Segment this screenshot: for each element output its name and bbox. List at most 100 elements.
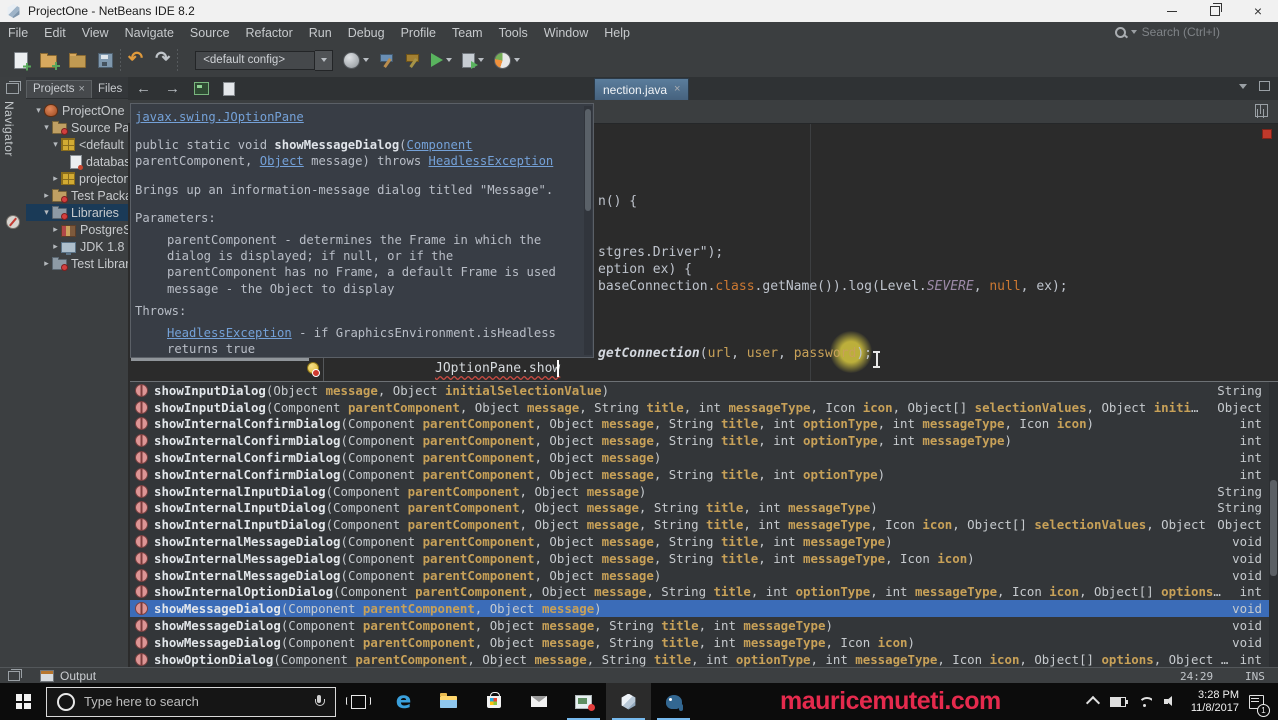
edge-icon[interactable]: e [381,683,426,720]
javadoc-scrollbar[interactable] [584,106,592,355]
error-hint-icon[interactable] [306,362,320,377]
expanded-arrow-icon[interactable]: ▾ [41,207,52,218]
volume-icon[interactable] [1163,696,1177,707]
collapsed-arrow-icon[interactable]: ▸ [50,224,61,235]
javadoc-link[interactable]: HeadlessException [429,154,554,168]
javadoc-link[interactable]: Component [407,138,473,152]
start-button[interactable] [0,683,46,720]
store-icon[interactable] [471,683,516,720]
completion-item[interactable]: showMessageDialog(Component parentCompon… [130,600,1278,618]
error-stripe-mark[interactable] [1262,129,1272,139]
ide-search-field[interactable]: Search (Ctrl+I) [1114,25,1220,39]
pgadmin-icon[interactable] [651,683,696,720]
taskbar-clock[interactable]: 3:28 PM 11/8/2017 [1191,689,1239,715]
completion-item[interactable]: showMessageDialog(Component parentCompon… [130,634,1278,651]
debug-icon[interactable] [462,52,485,69]
back-icon[interactable] [136,80,151,98]
completion-item[interactable]: showInternalInputDialog(Component parent… [130,500,1278,517]
new-file-icon[interactable] [14,51,28,69]
tree-item-jdk-1-8-[interactable]: ▸ JDK 1.8 ( [26,238,128,255]
collapsed-arrow-icon[interactable]: ▸ [50,173,61,184]
expanded-arrow-icon[interactable]: ▾ [41,122,52,133]
completion-scrollbar[interactable] [1269,382,1278,667]
run-icon[interactable] [431,53,453,67]
completion-item[interactable]: showInternalInputDialog(Component parent… [130,483,1278,500]
explorer-tab-files[interactable]: Files [92,81,128,98]
expanded-arrow-icon[interactable]: ▾ [50,139,61,150]
dock-window-icon[interactable] [8,669,22,681]
collapsed-arrow-icon[interactable]: ▸ [41,190,52,201]
new-project-icon[interactable] [40,53,57,68]
menu-file[interactable]: File [0,26,36,40]
dock-window-icon[interactable] [6,81,21,94]
taskbar-search-box[interactable]: Type here to search [46,686,336,717]
tree-item-test-librar[interactable]: ▸ Test Librar [26,255,128,272]
editor-tab[interactable]: nection.java × [594,78,690,100]
tree-item-test-packa[interactable]: ▸ Test Packa [26,187,128,204]
menu-tools[interactable]: Tools [491,26,536,40]
menu-help[interactable]: Help [596,26,638,40]
completion-item[interactable]: showOptionDialog(Component parentCompone… [130,651,1278,667]
navigator-tab[interactable]: Navigator [2,101,16,157]
show-in-browser-icon[interactable] [194,82,209,95]
forward-icon[interactable] [165,80,180,98]
menu-debug[interactable]: Debug [340,26,393,40]
close-icon[interactable]: × [79,83,85,95]
undo-icon[interactable] [128,51,143,69]
collapsed-arrow-icon[interactable]: ▸ [41,258,52,269]
javadoc-link[interactable]: javax.swing.JOptionPane [135,110,304,124]
explorer-tab-projects[interactable]: Projects × [26,80,92,98]
expanded-arrow-icon[interactable]: ▾ [33,105,44,116]
copy-icon[interactable] [223,81,235,96]
menu-refactor[interactable]: Refactor [238,26,301,40]
tray-expand-icon[interactable] [1085,695,1100,711]
close-button[interactable]: × [1241,0,1275,22]
globe-icon[interactable] [343,51,370,69]
collapsed-arrow-icon[interactable]: ▸ [50,241,61,252]
restore-button[interactable] [1198,0,1232,22]
completion-item[interactable]: showInternalConfirmDialog(Component pare… [130,449,1278,466]
completion-item[interactable]: showInternalMessageDialog(Component pare… [130,533,1278,550]
task-view-icon[interactable] [336,683,381,720]
completion-item[interactable]: showInternalConfirmDialog(Component pare… [130,416,1278,433]
menu-source[interactable]: Source [182,26,238,40]
menu-navigate[interactable]: Navigate [117,26,182,40]
completion-item[interactable]: showMessageDialog(Component parentCompon… [130,617,1278,634]
minimize-button[interactable] [1155,0,1189,22]
popup-hscrollbar[interactable] [131,358,309,361]
completion-item[interactable]: showInternalConfirmDialog(Component pare… [130,466,1278,483]
menu-team[interactable]: Team [444,26,491,40]
tree-item-libraries[interactable]: ▾ Libraries [26,204,128,221]
completion-item[interactable]: showInputDialog(Object message, Object i… [130,382,1278,399]
microphone-icon[interactable] [315,695,325,708]
wifi-icon[interactable] [1138,697,1152,707]
file-explorer-icon[interactable] [426,683,471,720]
tree-item-projecton[interactable]: ▸ projecton [26,170,128,187]
tree-item-databas[interactable]: databas [26,153,128,170]
tree-item--default-p[interactable]: ▾ <default p [26,136,128,153]
menu-profile[interactable]: Profile [393,26,444,40]
config-select[interactable]: <default config> [195,50,316,70]
photos-icon[interactable] [561,683,606,720]
redo-icon[interactable] [155,51,170,69]
tree-item-source-pac[interactable]: ▾ Source Pac [26,119,128,136]
tab-close-icon[interactable]: × [674,84,680,95]
javadoc-link[interactable]: Object [260,154,304,168]
menu-edit[interactable]: Edit [36,26,74,40]
netbeans-icon[interactable] [606,683,651,720]
battery-icon[interactable] [1109,696,1128,707]
tree-item-projectone[interactable]: ▾ ProjectOne [26,102,128,119]
maximize-editor-icon[interactable] [1259,81,1270,91]
config-dropdown-button[interactable] [315,49,334,71]
save-all-icon[interactable] [98,52,113,68]
split-editor-icon[interactable] [1255,104,1268,117]
completion-item[interactable]: showInternalInputDialog(Component parent… [130,516,1278,533]
build-icon[interactable] [379,52,395,68]
completion-item[interactable]: showInputDialog(Component parentComponen… [130,399,1278,416]
completion-item[interactable]: showInternalConfirmDialog(Component pare… [130,432,1278,449]
output-tab[interactable]: Output [60,669,96,683]
completion-item[interactable]: showInternalMessageDialog(Component pare… [130,550,1278,567]
profile-icon[interactable] [494,51,521,69]
javadoc-link[interactable]: HeadlessException [167,326,292,340]
completion-item[interactable]: showInternalMessageDialog(Component pare… [130,567,1278,584]
